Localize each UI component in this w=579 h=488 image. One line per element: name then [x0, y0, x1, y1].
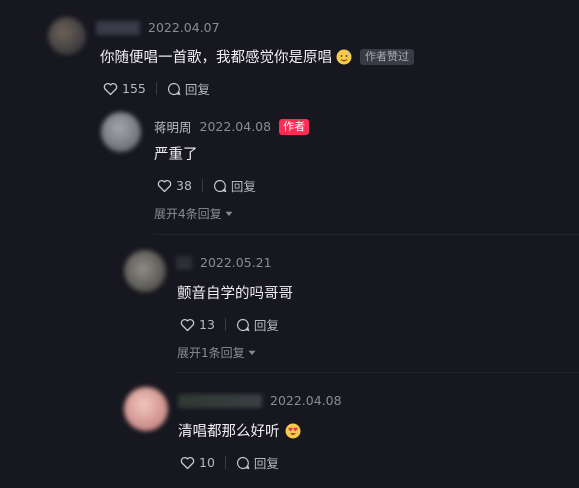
comment-meta: 2022.04.07: [96, 20, 220, 35]
caret-down-icon: [225, 211, 233, 217]
username[interactable]: [178, 393, 262, 408]
comment-meta: 2022.04.08: [178, 393, 342, 408]
comment-text: 严重了: [154, 143, 198, 164]
like-button[interactable]: 38: [157, 178, 192, 193]
reply-label: 回复: [230, 179, 256, 194]
comment-text: 颤音自学的吗哥哥: [177, 282, 293, 303]
username[interactable]: [96, 20, 140, 35]
comment-body: 清唱都那么好听: [178, 424, 280, 440]
comment-date: 2022.05.21: [200, 255, 272, 270]
like-count: 155: [122, 81, 146, 96]
divider: [224, 456, 226, 469]
reply-button[interactable]: 回复: [236, 315, 279, 334]
comment-meta: 2022.05.21: [176, 255, 272, 270]
avatar[interactable]: [48, 17, 86, 55]
divider: [201, 179, 203, 192]
comment-body: 你随便唱一首歌，我都感觉你是原唱: [100, 50, 332, 66]
like-count: 10: [199, 455, 215, 470]
reply-button[interactable]: 回复: [236, 453, 279, 472]
expand-replies-label: 展开1条回复: [177, 346, 245, 360]
sweat-smile-emoji-icon: [336, 49, 352, 65]
heart-icon: [157, 179, 172, 193]
reply-bubble-icon: [167, 82, 181, 96]
like-button[interactable]: 13: [180, 317, 215, 332]
like-count: 13: [199, 317, 215, 332]
comment-body: 严重了: [154, 147, 198, 163]
comment-date: 2022.04.08: [270, 393, 342, 408]
author-liked-badge: 作者赞过: [360, 48, 414, 65]
comment-date: 2022.04.08: [199, 119, 272, 134]
reply-label: 回复: [253, 318, 279, 333]
expand-replies-button[interactable]: 展开4条回复: [154, 205, 233, 222]
comment-actions: 10 回复: [180, 453, 279, 472]
expand-replies-button[interactable]: 展开1条回复: [177, 344, 256, 361]
comment-actions: 38 回复: [157, 176, 256, 195]
like-button[interactable]: 10: [180, 455, 215, 470]
heart-icon: [180, 456, 195, 470]
author-badge: 作者: [279, 118, 310, 135]
heart-icon: [103, 82, 118, 96]
username[interactable]: [176, 255, 192, 270]
comment-actions: 13 回复: [180, 315, 279, 334]
avatar[interactable]: [124, 250, 166, 292]
reply-bubble-icon: [236, 318, 250, 332]
separator: [154, 234, 579, 235]
like-button[interactable]: 155: [103, 81, 146, 96]
caret-down-icon: [248, 350, 256, 356]
username[interactable]: 蒋明周: [154, 117, 192, 136]
reply-label: 回复: [184, 82, 210, 97]
comment-body: 颤音自学的吗哥哥: [177, 286, 293, 302]
reply-bubble-icon: [236, 456, 250, 470]
reply-bubble-icon: [213, 179, 227, 193]
comment-date: 2022.04.07: [148, 20, 220, 35]
comment-text: 清唱都那么好听: [178, 420, 301, 441]
heart-icon: [180, 318, 195, 332]
separator: [177, 372, 579, 373]
avatar[interactable]: [124, 387, 168, 431]
like-count: 38: [176, 178, 192, 193]
reply-button[interactable]: 回复: [213, 176, 256, 195]
comment-meta: 蒋明周 2022.04.08 作者: [154, 117, 310, 136]
divider: [155, 82, 157, 95]
reply-button[interactable]: 回复: [167, 79, 210, 98]
comment-text: 你随便唱一首歌，我都感觉你是原唱 作者赞过: [100, 46, 414, 67]
reply-label: 回复: [253, 456, 279, 471]
comment-actions: 155 回复: [103, 79, 210, 98]
expand-replies-label: 展开4条回复: [154, 207, 222, 221]
avatar[interactable]: [101, 112, 141, 152]
divider: [224, 318, 226, 331]
heart-eyes-emoji-icon: [285, 423, 301, 439]
